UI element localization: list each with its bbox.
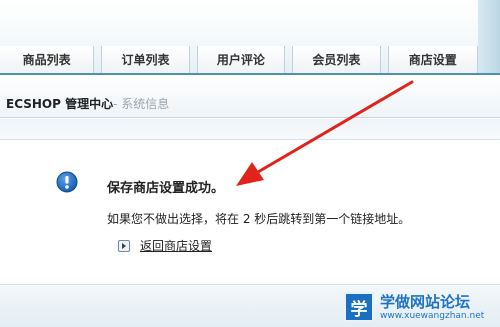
watermark-logo: 学: [344, 292, 374, 322]
arrow-right-icon: [118, 239, 130, 252]
back-to-shop-settings-link[interactable]: 返回商店设置: [118, 237, 212, 254]
tab-product-list[interactable]: 商品列表: [0, 46, 95, 73]
message-detail: 如果您不做出选择，将在 2 秒后跳转到第一个链接地址。: [107, 212, 411, 226]
tab-user-comments[interactable]: 用户评论: [196, 46, 286, 73]
message-title: 保存商店设置成功。: [107, 181, 225, 196]
top-nav-edge: [478, 0, 500, 74]
watermark-url: www.xuewangzhan.net: [380, 311, 485, 321]
panel-spacer: [0, 119, 500, 139]
watermark-name: 学做网站论坛: [380, 293, 471, 311]
page-title-main: ECSHOP 管理中心: [6, 97, 114, 111]
main-tabs: 商品列表 订单列表 用户评论 会员列表 商店设置: [0, 46, 478, 73]
watermark: 学 学做网站论坛 www.xuewangzhan.net: [340, 290, 500, 327]
info-icon: [56, 171, 78, 193]
tab-member-list[interactable]: 会员列表: [292, 46, 381, 73]
page-subtitle: - 系统信息: [113, 97, 170, 111]
tab-order-list[interactable]: 订单列表: [101, 46, 190, 73]
tab-shop-settings[interactable]: 商店设置: [387, 46, 478, 73]
page-title: ECSHOP 管理中心- 系统信息: [6, 95, 169, 112]
back-link-label: 返回商店设置: [140, 239, 213, 253]
